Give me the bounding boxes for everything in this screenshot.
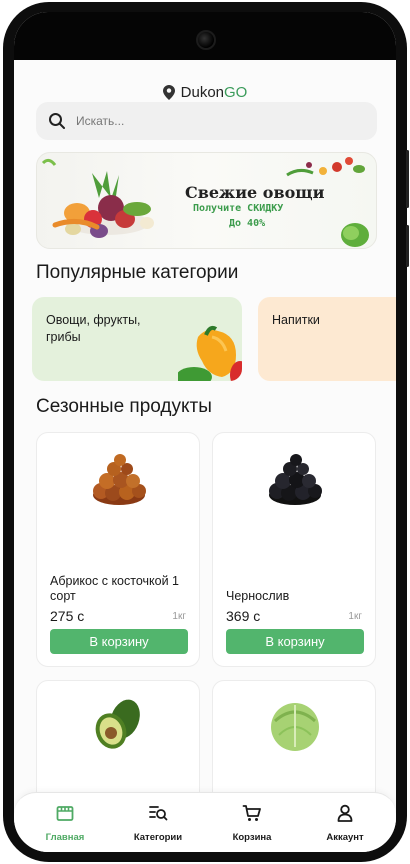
- search-placeholder: Искать...: [76, 114, 125, 128]
- product-price: 369 с: [226, 608, 261, 624]
- side-button: [406, 150, 409, 208]
- seasonal-products-title: Сезонные продукты: [36, 396, 212, 417]
- product-price: 275 с: [50, 608, 85, 624]
- tab-label: Категории: [133, 832, 183, 843]
- prunes-image: [269, 454, 322, 505]
- tab-account[interactable]: Аккаунт: [305, 803, 385, 843]
- category-label: Овощи, фрукты, грибы: [46, 313, 141, 344]
- brand-logo: DukonGO: [180, 84, 248, 101]
- user-icon: [337, 804, 353, 822]
- tab-cart[interactable]: Корзина: [212, 803, 292, 843]
- bottom-navigation: Главная Категории Корзина Аккаунт: [14, 792, 396, 852]
- tab-label: Корзина: [232, 832, 272, 843]
- list-search-icon: [149, 806, 168, 821]
- search-input[interactable]: Искать...: [36, 102, 377, 140]
- location-header[interactable]: DukonGO: [14, 84, 396, 101]
- product-card[interactable]: Абрикос с косточкой 1 сорт 275 с 1кг В к…: [36, 432, 200, 667]
- product-name: Абрикос с косточкой 1 сорт: [50, 574, 179, 603]
- promo-banner[interactable]: Свежие овощи Получите СКИДКУ До 40%: [36, 152, 377, 249]
- banner-discount: До 40%: [229, 218, 266, 229]
- banner-title: Свежие овощи: [185, 183, 325, 202]
- tab-label: Главная: [45, 832, 85, 843]
- cabbage-image: [271, 703, 319, 751]
- status-bar: [14, 12, 396, 60]
- add-to-cart-button[interactable]: В корзину: [226, 629, 364, 654]
- product-unit: 1кг: [348, 611, 362, 622]
- app-screen: DukonGO Искать... Свежие овощи Получите …: [14, 12, 396, 852]
- category-label: Напитки: [272, 313, 320, 327]
- banner-subtitle: Получите СКИДКУ: [193, 203, 284, 214]
- product-name: Чернослив: [226, 589, 290, 603]
- tab-categories[interactable]: Категории: [118, 803, 198, 843]
- popular-categories-title: Популярные категории: [36, 262, 239, 283]
- side-button: [406, 225, 409, 267]
- cart-icon: [242, 805, 261, 821]
- store-icon: [56, 806, 74, 821]
- tab-label: Аккаунт: [326, 832, 364, 843]
- category-card-drinks[interactable]: Напитки: [258, 297, 396, 381]
- product-unit: 1кг: [172, 611, 186, 622]
- camera-icon: [196, 30, 216, 50]
- category-card-vegetables[interactable]: Овощи, фрукты, грибы: [32, 297, 242, 381]
- location-pin-icon: [162, 85, 175, 100]
- product-card[interactable]: Чернослив 369 с 1кг В корзину: [212, 432, 376, 667]
- avocado-image: [95, 699, 140, 749]
- search-icon: [49, 113, 65, 129]
- add-to-cart-button[interactable]: В корзину: [50, 629, 188, 654]
- pepper-image: [178, 325, 242, 381]
- apricot-image: [93, 454, 146, 505]
- tab-home[interactable]: Главная: [25, 803, 105, 843]
